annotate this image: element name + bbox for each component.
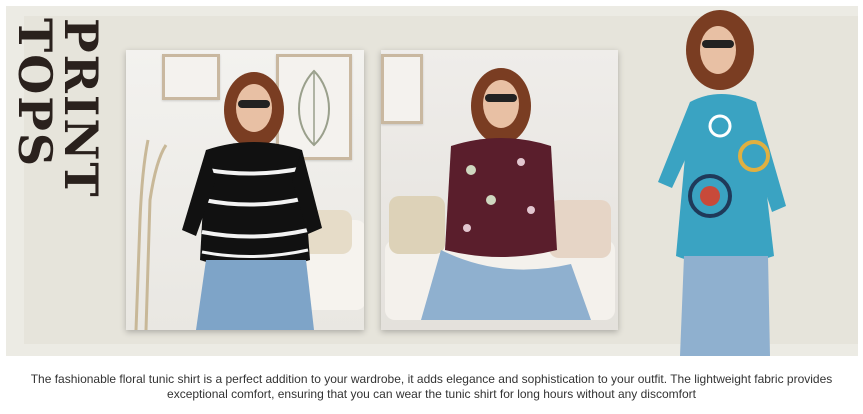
banner-title-text: PRINT TOPS (8, 18, 108, 199)
model-figure (134, 72, 322, 330)
product-photo-black-stripe[interactable] (126, 50, 364, 330)
model-figure (421, 68, 591, 320)
product-photo-teal-mandala[interactable] (650, 6, 790, 356)
product-photo-burgundy-floral[interactable] (381, 50, 618, 330)
banner-title: PRINT TOPS (8, 18, 108, 348)
product-banner: PRINT TOPS (6, 6, 858, 356)
product-description: The fashionable floral tunic shirt is a … (30, 372, 833, 401)
